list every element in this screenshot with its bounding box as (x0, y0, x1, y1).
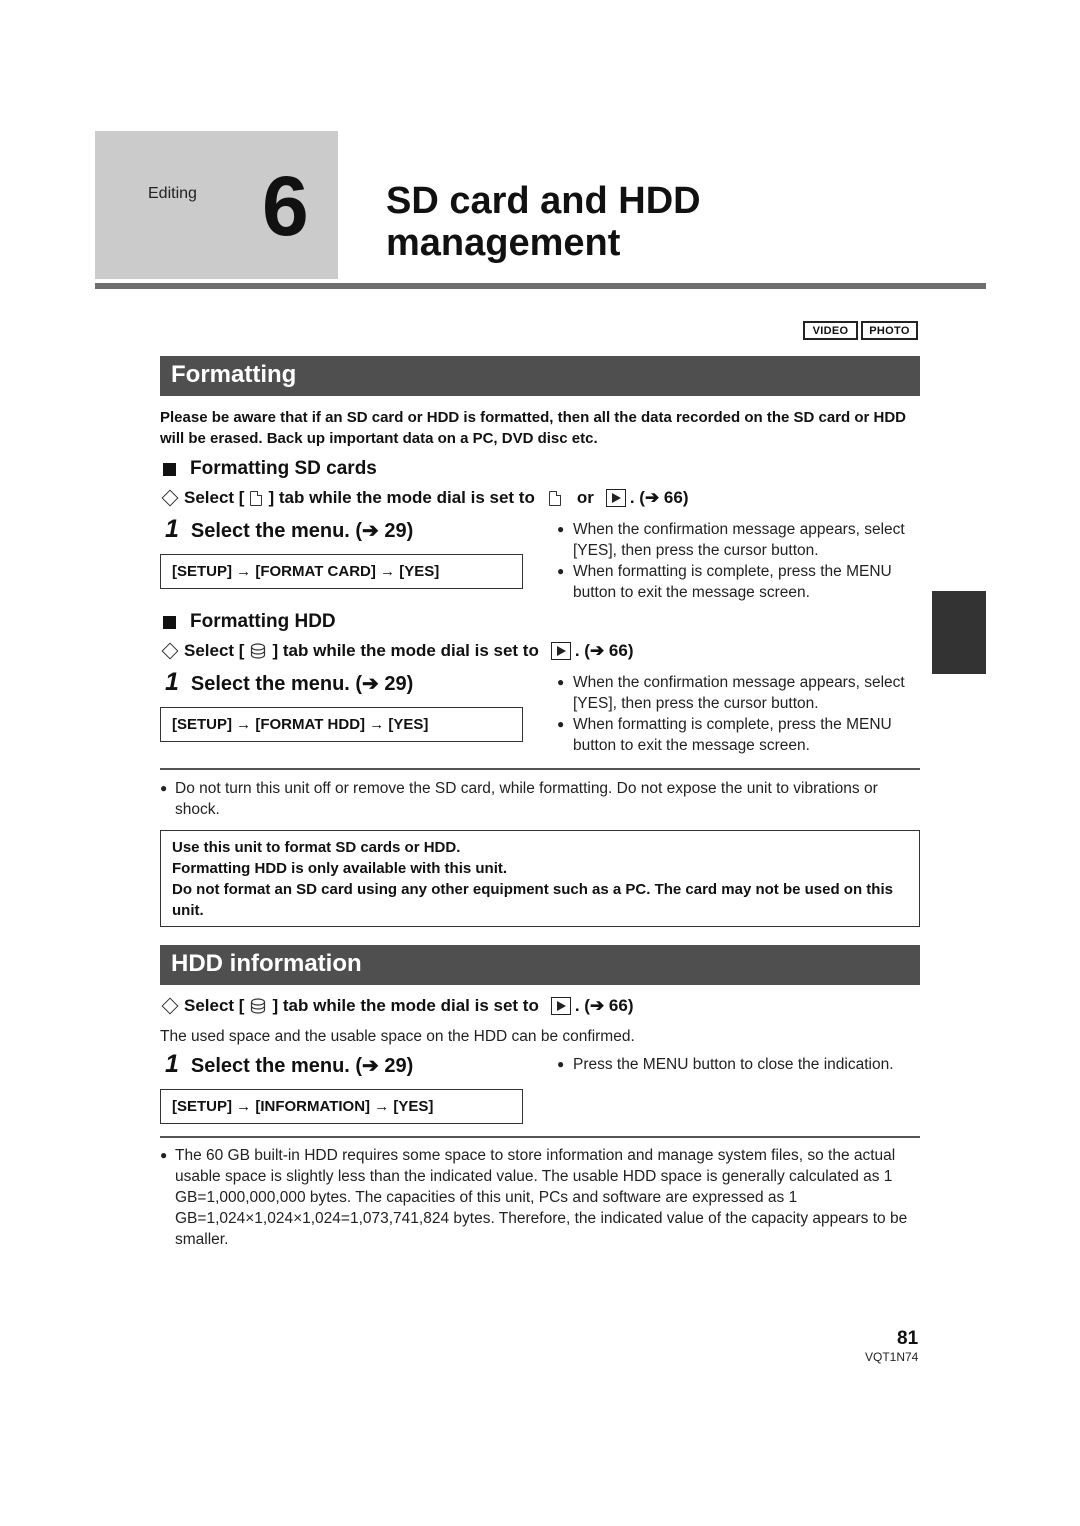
select-tab-hdd-info: Select [ ] tab while the mode dial is se… (160, 996, 634, 1016)
sd-card-icon (548, 490, 561, 506)
page-reference: . (➔ 66) (574, 641, 634, 660)
format-warning: Please be aware that if an SD card or HD… (160, 409, 907, 447)
bullet-item: ● When the confirmation message appears, … (557, 519, 927, 561)
square-bullet-icon (163, 616, 176, 629)
select-tab-sd: Select [ ] tab while the mode dial is se… (160, 488, 689, 508)
select-prefix: Select [ (184, 641, 245, 660)
page-number: 81 (897, 1328, 919, 1349)
playback-icon (550, 997, 571, 1015)
video-badge: VIDEO (803, 321, 858, 340)
step-1-hdd-info: 1 Select the menu. (➔ 29) (165, 1050, 413, 1079)
notice-line: Use this unit to format SD cards or HDD. (172, 839, 461, 856)
section-hdd-information: HDD information (160, 945, 920, 985)
formatting-note: ● Do not turn this unit off or remove the… (160, 778, 925, 820)
divider (160, 768, 920, 770)
page-reference: . (➔ 66) (629, 488, 689, 507)
step-1-sd: 1 Select the menu. (➔ 29) (165, 515, 413, 544)
note-text: The 60 GB built-in HDD requires some spa… (175, 1147, 908, 1248)
chapter-side-tab (932, 591, 986, 674)
select-or: or (576, 488, 594, 507)
select-middle: ] tab while the mode dial is set to (272, 996, 539, 1015)
bullet-text: When the confirmation message appears, s… (573, 521, 905, 559)
bullet-item: ● When formatting is complete, press the … (557, 561, 927, 603)
select-middle: ] tab while the mode dial is set to (268, 488, 535, 507)
step-number: 1 (165, 515, 179, 543)
divider (160, 1136, 920, 1138)
step-number: 1 (165, 1050, 179, 1078)
bullet-text: When formatting is complete, press the M… (573, 563, 892, 601)
hdd-icon (251, 998, 266, 1014)
step-text: Select the menu. (➔ 29) (190, 1055, 414, 1077)
step-1-hdd: 1 Select the menu. (➔ 29) (165, 668, 413, 697)
select-prefix: Select [ (184, 488, 245, 507)
diamond-icon (161, 997, 179, 1015)
bullet-item: ● Press the MENU button to close the indi… (557, 1056, 894, 1073)
page-title: SD card and HDD management (386, 180, 701, 264)
step-text: Select the menu. (➔ 29) (190, 673, 414, 695)
chapter-label: Editing (148, 185, 197, 202)
sd-card-icon (250, 490, 263, 506)
select-prefix: Select [ (184, 996, 245, 1015)
page-title-line1: SD card and HDD (386, 180, 701, 222)
hdd-bullets: ● When the confirmation message appears, … (557, 672, 927, 756)
step-number: 1 (165, 668, 179, 696)
header-divider (95, 283, 986, 289)
bullet-item: ● The 60 GB built-in HDD requires some sp… (160, 1145, 925, 1250)
bullet-text: When formatting is complete, press the M… (573, 716, 892, 754)
chapter-number: 6 (262, 159, 309, 253)
hdd-info-description: The used space and the usable space on t… (160, 1028, 635, 1045)
select-tab-hdd: Select [ ] tab while the mode dial is se… (160, 641, 634, 661)
photo-badge: PHOTO (861, 321, 918, 340)
notice-box: Use this unit to format SD cards or HDD.… (160, 830, 920, 927)
diamond-icon (161, 489, 179, 507)
bullet-item: ● Do not turn this unit off or remove the… (160, 778, 925, 820)
hdd-capacity-note: ● The 60 GB built-in HDD requires some sp… (160, 1145, 925, 1250)
bullet-text: Press the MENU button to close the indic… (573, 1056, 894, 1073)
diamond-icon (161, 642, 179, 660)
select-middle: ] tab while the mode dial is set to (272, 641, 539, 660)
sd-bullets: ● When the confirmation message appears, … (557, 519, 927, 603)
subhead-text: Formatting HDD (190, 611, 336, 632)
square-bullet-icon (163, 463, 176, 476)
hdd-icon (251, 643, 266, 659)
menu-path-format-hdd: [SETUP] → [FORMAT HDD] → [YES] (160, 707, 523, 742)
page-title-line2: management (386, 222, 621, 264)
playback-icon (605, 489, 626, 507)
subhead-formatting-hdd: Formatting HDD (163, 611, 336, 633)
section-formatting: Formatting (160, 356, 920, 396)
subhead-formatting-sd: Formatting SD cards (163, 458, 377, 480)
menu-path-information: [SETUP] → [INFORMATION] → [YES] (160, 1089, 523, 1124)
bullet-text: When the confirmation message appears, s… (573, 674, 905, 712)
subhead-text: Formatting SD cards (190, 458, 377, 479)
notice-line: Do not format an SD card using any other… (172, 881, 893, 919)
page-reference: . (➔ 66) (574, 996, 634, 1015)
bullet-item: ● When the confirmation message appears, … (557, 672, 927, 714)
bullet-item: ● When formatting is complete, press the … (557, 714, 927, 756)
step-text: Select the menu. (➔ 29) (190, 520, 414, 542)
playback-icon (550, 642, 571, 660)
hdd-info-bullets: ● Press the MENU button to close the indi… (557, 1054, 927, 1075)
menu-path-format-card: [SETUP] → [FORMAT CARD] → [YES] (160, 554, 523, 589)
document-code: VQT1N74 (865, 1350, 919, 1364)
mode-badges: VIDEO PHOTO (803, 321, 918, 340)
note-text: Do not turn this unit off or remove the … (175, 780, 878, 818)
notice-line: Formatting HDD is only available with th… (172, 860, 508, 877)
